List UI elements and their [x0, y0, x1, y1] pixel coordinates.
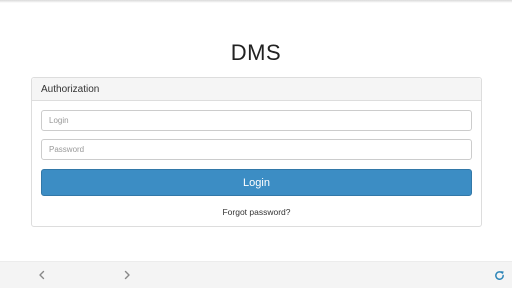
- back-button[interactable]: [34, 267, 50, 283]
- login-button[interactable]: Login: [41, 169, 472, 196]
- authorization-panel: Authorization Login Forgot password?: [31, 77, 482, 227]
- login-input[interactable]: [41, 110, 472, 131]
- refresh-button[interactable]: [491, 267, 507, 283]
- refresh-icon: [494, 270, 504, 280]
- password-input[interactable]: [41, 139, 472, 160]
- forward-button[interactable]: [119, 267, 135, 283]
- bottom-navigation-bar: [0, 261, 512, 288]
- forgot-password-link[interactable]: Forgot password?: [32, 207, 481, 217]
- chevron-left-icon: [39, 270, 45, 280]
- app-title: DMS: [230, 40, 282, 65]
- top-shadow: [0, 0, 512, 3]
- chevron-right-icon: [124, 270, 130, 280]
- panel-header: Authorization: [32, 78, 481, 101]
